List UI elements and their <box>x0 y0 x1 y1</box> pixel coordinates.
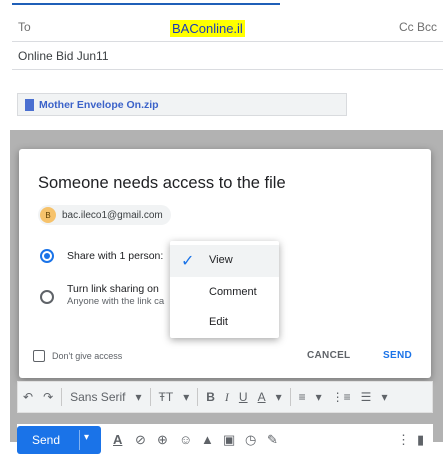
align-icon[interactable]: ≡ <box>294 381 311 413</box>
redo-icon[interactable]: ↷ <box>38 381 58 413</box>
signature-icon[interactable]: ✎ <box>267 432 278 448</box>
menu-item-comment[interactable]: Comment <box>170 277 279 309</box>
underline-icon[interactable]: U <box>234 381 253 413</box>
menu-item-view[interactable]: ✓ View <box>170 245 279 277</box>
link-sharing-label[interactable]: Turn link sharing on <box>67 283 159 295</box>
subject-row[interactable]: Online Bid Jun11 <box>12 42 443 70</box>
link-sharing-radio[interactable] <box>40 290 54 304</box>
bulleted-list-icon[interactable]: ☰ <box>356 381 377 413</box>
emoji-icon[interactable]: ☺ <box>179 432 192 447</box>
recipient-chip[interactable]: BACоnline.il <box>170 20 245 37</box>
confidential-icon[interactable]: ◷ <box>245 432 256 448</box>
cc-bcc-link[interactable]: Cc Bcc <box>399 20 437 34</box>
link-sharing-description: Anyone with the link ca <box>67 296 165 307</box>
text-color-icon[interactable]: A <box>253 381 271 413</box>
menu-item-edit[interactable]: Edit <box>170 307 279 339</box>
send-button[interactable]: Send ▾ <box>17 426 101 454</box>
send-options-icon[interactable]: ▾ <box>84 432 89 443</box>
permission-menu: ✓ View Comment Edit <box>170 241 279 338</box>
attach-icon[interactable]: ⊘ <box>135 432 146 448</box>
header-accent-line <box>12 3 280 5</box>
menu-item-label: Comment <box>209 286 257 298</box>
chevron-down-icon[interactable]: ▾ <box>178 381 194 413</box>
attachment-chip[interactable]: Mother Envelope On.zip <box>17 93 347 116</box>
more-formatting-icon[interactable]: ▾ <box>376 381 392 413</box>
dont-give-access-checkbox[interactable] <box>33 350 45 362</box>
more-options-icon[interactable]: ⋮ <box>397 432 410 448</box>
to-label: To <box>18 20 31 34</box>
chevron-down-icon[interactable]: ▾ <box>311 381 327 413</box>
compose-action-bar: Send ▾ A ⊘ ⊕ ☺ ▲ ▣ ◷ ✎ ⋮ ▮ <box>17 424 433 457</box>
send-label: Send <box>32 433 61 447</box>
send-dialog-button[interactable]: SEND <box>383 350 412 361</box>
dialog-title: Someone needs access to the file <box>38 174 286 192</box>
discard-icon[interactable]: ▮ <box>417 432 424 448</box>
formatting-options-icon[interactable]: A <box>113 432 122 447</box>
share-option-label[interactable]: Share with 1 person: <box>67 250 163 262</box>
share-radio[interactable] <box>40 249 54 263</box>
check-icon: ✓ <box>181 253 195 270</box>
numbered-list-icon[interactable]: ⋮≡ <box>327 381 356 413</box>
avatar: B <box>40 207 56 223</box>
subject-field[interactable]: Online Bid Jun11 <box>18 49 109 63</box>
toolbar-divider <box>289 388 291 406</box>
to-row[interactable]: To BACоnline.il Cc Bcc <box>12 6 443 42</box>
chevron-down-icon[interactable]: ▾ <box>130 381 146 413</box>
italic-icon[interactable]: I <box>220 381 234 413</box>
font-family-select[interactable]: Sans Serif <box>65 381 130 413</box>
link-icon[interactable]: ⊕ <box>157 432 168 448</box>
cancel-button[interactable]: CANCEL <box>307 350 350 361</box>
toolbar-divider <box>149 388 151 406</box>
send-divider <box>79 430 80 450</box>
bold-icon[interactable]: B <box>201 381 220 413</box>
toolbar-divider <box>197 388 199 406</box>
toolbar-divider <box>61 388 63 406</box>
person-email: bac.ileco1@gmail.com <box>62 209 163 221</box>
person-chip: B bac.ileco1@gmail.com <box>38 205 171 225</box>
formatting-toolbar: ↶ ↷ Sans Serif ▾ ŦT ▾ B I U A ▾ ≡ ▾ ⋮≡ ☰… <box>17 381 433 413</box>
menu-item-label: View <box>209 254 233 266</box>
dont-give-access-label[interactable]: Don't give access <box>52 351 122 361</box>
menu-item-label: Edit <box>209 316 228 328</box>
undo-icon[interactable]: ↶ <box>18 381 38 413</box>
file-icon <box>25 99 34 111</box>
attachment-name[interactable]: Mother Envelope On.zip <box>39 99 159 111</box>
photo-icon[interactable]: ▣ <box>223 432 235 448</box>
chevron-down-icon[interactable]: ▾ <box>271 381 287 413</box>
font-size-icon[interactable]: ŦT <box>154 381 179 413</box>
drive-icon[interactable]: ▲ <box>201 432 214 447</box>
